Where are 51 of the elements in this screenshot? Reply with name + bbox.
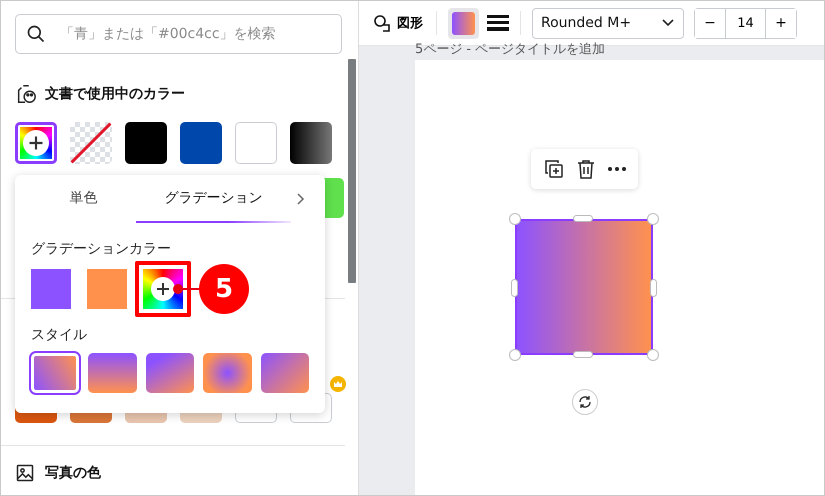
color-swatch[interactable] <box>235 122 277 164</box>
resize-handle[interactable] <box>511 279 518 297</box>
add-color-swatch[interactable] <box>15 122 57 164</box>
tab[interactable]: グラデーション <box>136 175 291 223</box>
gradient-style-swatch[interactable] <box>260 353 310 393</box>
color-swatch[interactable] <box>125 122 167 164</box>
page-title: 5ページ - ページタイトルを追加 <box>415 41 606 59</box>
chevron-right-icon[interactable] <box>295 192 307 206</box>
plus-icon <box>23 130 49 156</box>
resize-handle[interactable] <box>509 349 521 361</box>
step-number: 5 <box>199 264 249 314</box>
gradient-style-swatch[interactable] <box>88 353 137 393</box>
resize-handle[interactable] <box>647 349 659 361</box>
palette-document-icon <box>15 83 37 105</box>
section-title: 文書で使用中のカラー <box>45 85 185 103</box>
search-icon <box>26 24 46 44</box>
rotate-icon <box>578 395 592 409</box>
color-swatch[interactable] <box>180 122 222 164</box>
resize-handle[interactable] <box>573 351 593 358</box>
section-title: スタイル <box>31 326 88 344</box>
tab[interactable]: 単色 <box>31 175 136 223</box>
section-title: グラデーションカラー <box>31 240 172 258</box>
shapes-icon <box>373 14 391 32</box>
section-title: 写真の色 <box>45 464 101 482</box>
gradient-swatch <box>452 12 475 34</box>
chevron-down-icon <box>661 18 675 28</box>
gradient-style-swatch[interactable] <box>203 353 252 393</box>
crown-icon <box>330 376 346 392</box>
image-icon <box>15 463 35 483</box>
transparent-swatch[interactable] <box>70 122 112 164</box>
gradient-shape[interactable] <box>515 219 653 355</box>
rotate-button[interactable] <box>572 389 598 415</box>
resize-handle[interactable] <box>647 213 659 225</box>
shape-button[interactable]: 図形 <box>371 10 425 36</box>
plus-icon <box>151 277 175 301</box>
gradient-style-swatch[interactable] <box>146 353 194 393</box>
resize-handle[interactable] <box>509 213 521 225</box>
duplicate-icon[interactable] <box>544 159 564 179</box>
gradient-swatch[interactable] <box>290 122 332 164</box>
gradient-style-swatch[interactable] <box>31 353 80 393</box>
border-style-icon[interactable] <box>487 14 509 32</box>
leader-line <box>183 288 199 290</box>
trash-icon[interactable] <box>576 159 594 179</box>
font-dropdown[interactable]: Rounded M+ <box>532 8 684 38</box>
fill-color-button[interactable] <box>448 8 479 38</box>
more-icon[interactable] <box>608 167 626 171</box>
add-color-swatch[interactable] <box>135 261 191 317</box>
resize-handle[interactable] <box>650 279 657 297</box>
resize-handle[interactable] <box>573 215 593 222</box>
search-field[interactable]: 「青」または「#00c4cc」を検索 <box>15 14 342 54</box>
scrollbar-thumb[interactable] <box>348 59 356 283</box>
